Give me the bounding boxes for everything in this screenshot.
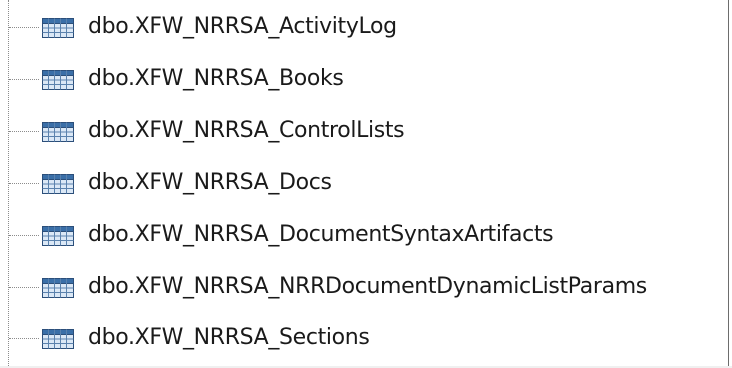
tree-node-table[interactable]: dbo.XFW_NRRSA_Sections — [0, 318, 720, 358]
table-icon — [42, 70, 74, 90]
tree-node-table[interactable]: dbo.XFW_NRRSA_Books — [0, 59, 720, 99]
table-icon — [42, 18, 74, 38]
tree-branch-line — [9, 131, 39, 132]
tree-node-label[interactable]: dbo.XFW_NRRSA_Sections — [88, 324, 370, 352]
table-icon — [42, 174, 74, 194]
tree-node-table[interactable]: dbo.XFW_NRRSA_ActivityLog — [0, 7, 720, 47]
tree-node-label[interactable]: dbo.XFW_NRRSA_ActivityLog — [88, 13, 397, 41]
tree-branch-line — [9, 235, 39, 236]
object-explorer-tree: dbo.XFW_NRRSA_ActivityLog dbo.XFW_NRRSA_… — [0, 0, 732, 368]
tree-branch-line — [9, 27, 39, 28]
table-icon — [42, 278, 74, 298]
tree-node-label[interactable]: dbo.XFW_NRRSA_NRRDocumentDynamicListPara… — [88, 273, 647, 301]
tree-node-table[interactable]: dbo.XFW_NRRSA_ControlLists — [0, 111, 720, 151]
table-icon — [42, 329, 74, 349]
tree-branch-line — [9, 79, 39, 80]
tree-node-table[interactable]: dbo.XFW_NRRSA_NRRDocumentDynamicListPara… — [0, 267, 720, 307]
tree-branch-line — [9, 287, 39, 288]
tree-node-label[interactable]: dbo.XFW_NRRSA_Books — [88, 65, 344, 93]
table-icon — [42, 122, 74, 142]
tree-branch-line — [9, 183, 39, 184]
tree-node-table[interactable]: dbo.XFW_NRRSA_Docs — [0, 163, 720, 203]
table-icon — [42, 226, 74, 246]
panel-border-right — [728, 0, 729, 368]
tree-node-label[interactable]: dbo.XFW_NRRSA_DocumentSyntaxArtifacts — [88, 221, 554, 249]
tree-node-label[interactable]: dbo.XFW_NRRSA_Docs — [88, 169, 332, 197]
tree-branch-line — [9, 338, 39, 339]
tree-node-table[interactable]: dbo.XFW_NRRSA_DocumentSyntaxArtifacts — [0, 215, 720, 255]
tree-node-label[interactable]: dbo.XFW_NRRSA_ControlLists — [88, 117, 405, 145]
